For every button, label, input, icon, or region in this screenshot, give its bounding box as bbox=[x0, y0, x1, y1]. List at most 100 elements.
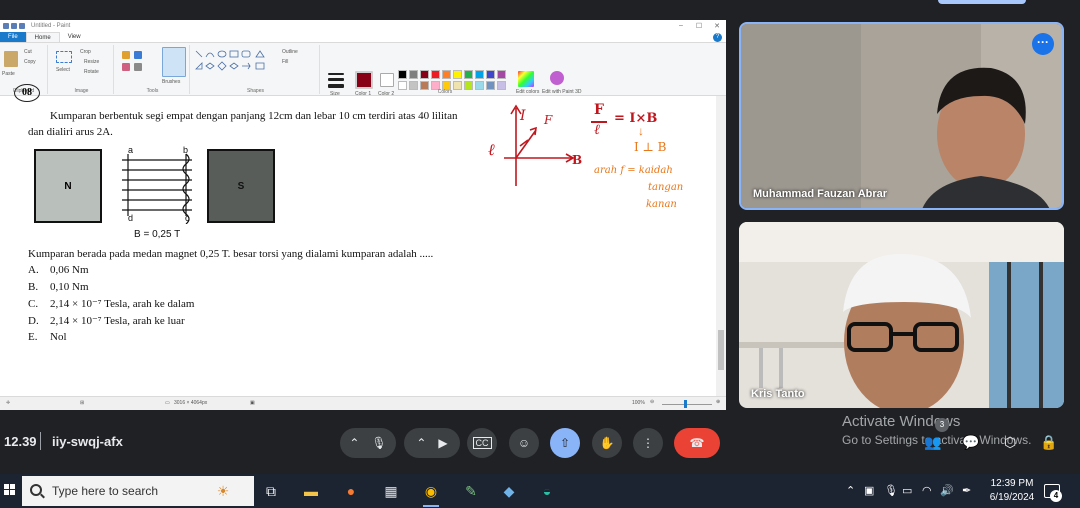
color2-swatch[interactable] bbox=[380, 73, 394, 87]
paint3d-icon[interactable] bbox=[550, 71, 564, 85]
color-palette[interactable] bbox=[398, 70, 506, 90]
formula-numerator: F bbox=[594, 102, 604, 118]
weather-widget-icon[interactable]: ☀ bbox=[210, 478, 236, 504]
captions-button[interactable]: CC bbox=[467, 428, 497, 458]
leave-call-button[interactable]: ☎ bbox=[674, 428, 720, 458]
people-icon[interactable]: 👥 bbox=[924, 434, 941, 451]
camera-control[interactable]: ⌃ ▶ bbox=[404, 428, 460, 458]
fill-icon[interactable] bbox=[134, 51, 142, 59]
present-button[interactable]: ⇧ bbox=[550, 428, 580, 458]
color1-swatch[interactable] bbox=[355, 71, 373, 89]
paste-label[interactable]: Paste bbox=[2, 71, 15, 77]
tab-view[interactable]: View bbox=[60, 32, 89, 42]
tools-group: Brushes Tools bbox=[116, 45, 190, 94]
palette-swatch[interactable] bbox=[442, 70, 451, 79]
palette-swatch[interactable] bbox=[464, 70, 473, 79]
scroll-thumb[interactable] bbox=[718, 330, 724, 370]
chrome-icon[interactable]: ◉ bbox=[418, 478, 444, 507]
palette-swatch[interactable] bbox=[409, 70, 418, 79]
crop-label[interactable]: Crop bbox=[80, 49, 91, 55]
wifi-icon[interactable]: ◠ bbox=[922, 484, 932, 497]
palette-swatch[interactable] bbox=[431, 70, 440, 79]
select-label[interactable]: Select bbox=[56, 67, 70, 73]
participant-tile[interactable]: Kris Tanto bbox=[739, 222, 1064, 408]
tab-home[interactable]: Home bbox=[25, 32, 60, 42]
save-icon[interactable] bbox=[3, 23, 9, 29]
rotate-label[interactable]: Rotate bbox=[84, 69, 99, 75]
edit-paint3d-label[interactable]: Edit with Paint 3D bbox=[542, 89, 581, 95]
microphone-tray-icon[interactable]: 🎙 bbox=[884, 484, 898, 497]
close-icon[interactable]: ✕ bbox=[708, 22, 726, 30]
palette-swatch[interactable] bbox=[420, 70, 429, 79]
chat-icon[interactable]: 💬 bbox=[962, 434, 979, 451]
palette-swatch[interactable] bbox=[486, 70, 495, 79]
more-options-icon[interactable]: ··· bbox=[1032, 33, 1054, 55]
task-view-icon[interactable]: ⧉ bbox=[258, 478, 284, 504]
brushes-icon[interactable] bbox=[162, 47, 186, 77]
camera-icon[interactable]: ▶ bbox=[438, 436, 447, 450]
host-controls-icon[interactable]: 🔒 bbox=[1040, 434, 1057, 451]
zoom-thumb[interactable] bbox=[684, 400, 687, 408]
notes-app-icon[interactable]: ◆ bbox=[496, 478, 522, 504]
microphone-icon[interactable]: 🎙 bbox=[371, 436, 386, 450]
palette-swatch[interactable] bbox=[497, 81, 506, 90]
help-icon[interactable]: ? bbox=[713, 33, 722, 42]
chevron-up-icon[interactable]: ⌃ bbox=[416, 436, 426, 450]
firefox-icon[interactable]: ● bbox=[338, 478, 364, 504]
calendar-app-icon[interactable]: ▦ bbox=[378, 478, 404, 504]
paste-icon[interactable] bbox=[4, 51, 18, 67]
size-icon-2[interactable] bbox=[328, 78, 344, 81]
edit-colors-icon[interactable] bbox=[518, 71, 534, 87]
pencil-icon[interactable] bbox=[122, 51, 130, 59]
redo-icon[interactable] bbox=[19, 23, 25, 29]
arrow-down-icon: ↓ bbox=[638, 124, 644, 138]
paint-canvas[interactable] bbox=[0, 96, 716, 396]
brushes-label[interactable]: Brushes bbox=[162, 79, 180, 85]
chevron-up-icon[interactable]: ⌃ bbox=[349, 436, 359, 450]
minimize-icon[interactable]: – bbox=[672, 22, 690, 30]
eraser-icon[interactable] bbox=[122, 63, 130, 71]
disk-icon: ▣ bbox=[250, 400, 255, 406]
outline-label[interactable]: Outline bbox=[282, 49, 298, 55]
emoji-button[interactable]: ☺ bbox=[509, 428, 539, 458]
edge-icon[interactable]: ◒ bbox=[534, 478, 560, 504]
paint-app-icon[interactable]: ✎ bbox=[458, 478, 484, 504]
zoom-in-icon[interactable]: ⊕ bbox=[716, 399, 720, 405]
pen-icon[interactable]: ✒ bbox=[962, 484, 971, 497]
size-icon[interactable] bbox=[328, 73, 344, 75]
cut-label[interactable]: Cut bbox=[24, 49, 32, 55]
taskbar-clock[interactable]: 12:39 PM 6/19/2024 bbox=[984, 477, 1040, 505]
select-icon[interactable] bbox=[56, 51, 72, 63]
file-explorer-icon[interactable]: ▬ bbox=[298, 478, 324, 504]
chevron-up-icon[interactable]: ⌃ bbox=[846, 484, 855, 497]
resize-label[interactable]: Resize bbox=[84, 59, 99, 65]
top-pill[interactable] bbox=[938, 0, 1026, 4]
quick-access-toolbar[interactable] bbox=[3, 23, 25, 29]
meet-tray-icon[interactable]: ▣ bbox=[864, 484, 874, 497]
palette-swatch[interactable] bbox=[475, 70, 484, 79]
tab-file[interactable]: File bbox=[0, 32, 26, 42]
palette-swatch[interactable] bbox=[398, 70, 407, 79]
raise-hand-button[interactable]: ✋ bbox=[592, 428, 622, 458]
windows-start-icon[interactable] bbox=[4, 484, 16, 496]
zoom-slider[interactable] bbox=[662, 404, 712, 405]
battery-icon[interactable]: ▭ bbox=[902, 484, 912, 497]
size-icon-3[interactable] bbox=[328, 84, 344, 88]
mic-control[interactable]: ⌃ 🎙 bbox=[340, 428, 396, 458]
palette-swatch[interactable] bbox=[453, 70, 462, 79]
maximize-icon[interactable]: ☐ bbox=[690, 22, 708, 30]
magnifier-icon[interactable] bbox=[134, 63, 142, 71]
fill-label[interactable]: Fill bbox=[282, 59, 288, 65]
undo-icon[interactable] bbox=[11, 23, 17, 29]
rule-line1: arah f = kaidah bbox=[594, 165, 673, 176]
volume-icon[interactable]: 🔊 bbox=[940, 484, 954, 497]
edit-colors-label[interactable]: Edit colors bbox=[516, 89, 539, 95]
activities-icon[interactable]: ⬡ bbox=[1004, 434, 1016, 451]
shapes-gallery-icon[interactable] bbox=[194, 49, 274, 77]
palette-swatch[interactable] bbox=[497, 70, 506, 79]
more-options-button[interactable]: ⋮ bbox=[633, 428, 663, 458]
hang-up-icon: ☎ bbox=[689, 436, 705, 450]
zoom-out-icon[interactable]: ⊖ bbox=[650, 399, 654, 405]
participant-tile[interactable]: Muhammad Fauzan Abrar ··· bbox=[739, 22, 1064, 210]
copy-label[interactable]: Copy bbox=[24, 59, 36, 65]
